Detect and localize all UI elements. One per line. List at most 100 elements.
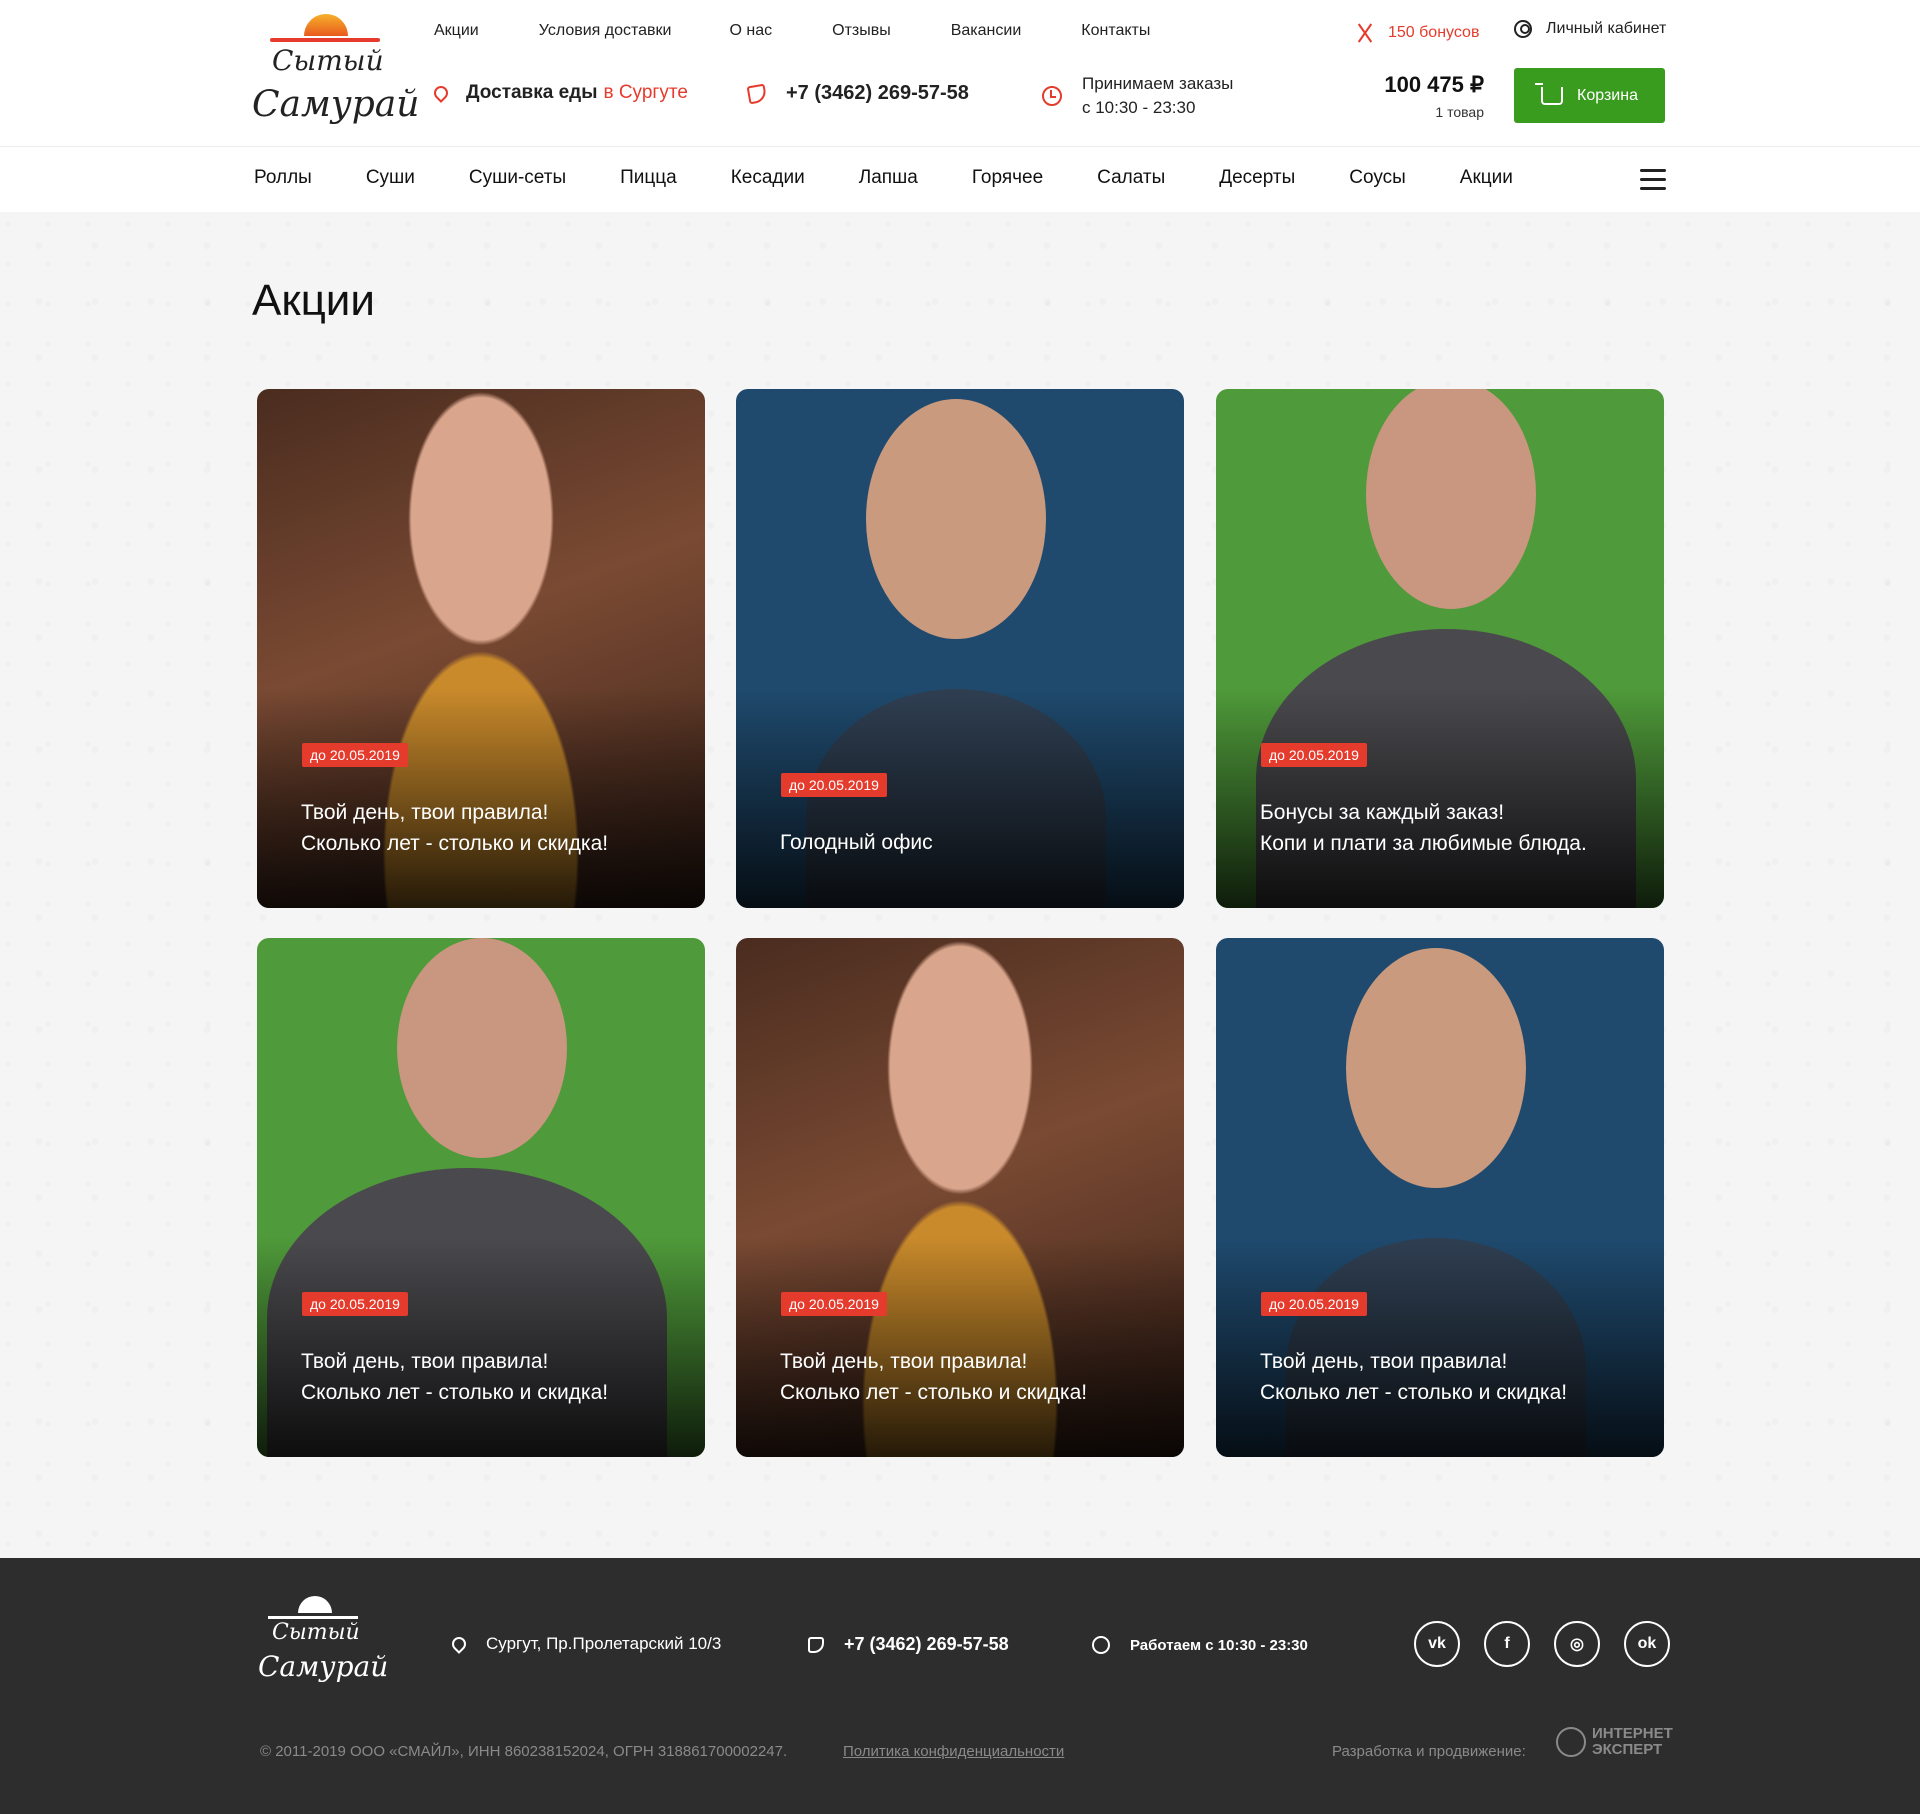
promo-title-line-1: Твой день, твои правила! [780,1350,1028,1373]
category-desserts[interactable]: Десерты [1219,167,1295,189]
odnoklassniki-icon[interactable]: ok [1624,1621,1670,1667]
promo-title-line-1: Твой день, твои правила! [301,801,549,824]
footer-address: Сургут, Пр.Пролетарский 10/3 [449,1634,722,1654]
footer-hours-text: Работаем с 10:30 - 23:30 [1130,1636,1308,1654]
logo-sun-icon [304,14,348,36]
delivery-city[interactable]: Доставка еды в Сургуте [431,82,688,104]
promo-card[interactable]: до 20.05.2019 Твой день, твои правила! С… [257,389,705,908]
clock-icon [1092,1636,1110,1654]
developer-brand-1: ИНТЕРНЕТ [1592,1725,1673,1742]
phone-number: +7 (3462) 269-57-58 [786,82,969,104]
category-sauces[interactable]: Соусы [1349,167,1406,189]
cart-summary: 100 475 ₽ 1 товар [1370,72,1484,120]
phone-icon [808,1636,824,1653]
vk-icon[interactable]: vk [1414,1621,1460,1667]
promo-title: Твой день, твои правила! Сколько лет - с… [301,1346,685,1408]
clock-icon [1042,86,1062,106]
developer-logo-icon [1556,1727,1586,1757]
main-content: Акции до 20.05.2019 Твой день, твои прав… [0,212,1920,1558]
hours-line-2: с 10:30 - 23:30 [1082,98,1196,117]
copyright: © 2011-2019 ООО «СМАЙЛ», ИНН 86023815202… [260,1743,788,1760]
promo-title-line-2: Сколько лет - столько и скидка! [780,1381,1088,1404]
top-nav-vacancies[interactable]: Вакансии [951,22,1022,40]
cart-icon [1535,82,1564,105]
promo-title-line-2: Сколько лет - столько и скидка! [301,832,609,855]
cart-button-label: Корзина [1577,86,1638,104]
promo-title-line-1: Голодный офис [780,831,933,854]
category-noodles[interactable]: Лапша [859,167,918,189]
footer-phone[interactable]: +7 (3462) 269-57-58 [808,1634,1009,1655]
promo-title-line-2: Сколько лет - столько и скидка! [301,1381,609,1404]
cart-total: 100 475 ₽ [1384,72,1484,97]
promo-date-badge: до 20.05.2019 [302,1292,408,1316]
promo-title: Твой день, твои правила! Сколько лет - с… [1260,1346,1644,1408]
page-title: Акции [252,276,375,325]
bonus-link[interactable]: 150 бонусов [1354,22,1479,44]
category-hot[interactable]: Горячее [972,167,1043,189]
promo-date-badge: до 20.05.2019 [302,743,408,767]
promo-card[interactable]: до 20.05.2019 Твой день, твои правила! С… [257,938,705,1457]
header: Сытый Самурай Акции Условия доставки О н… [0,0,1920,146]
footer-logo[interactable]: Сытый Самурай [258,1596,388,1692]
promo-title-line-1: Твой день, твои правила! [1260,1350,1508,1373]
footer-address-text: Сургут, Пр.Пролетарский 10/3 [486,1634,722,1653]
bonus-label: 150 бонусов [1388,24,1480,41]
location-pin-icon [449,1634,469,1654]
top-nav-promos[interactable]: Акции [434,22,479,40]
category-sushi-sets[interactable]: Суши-сеты [469,167,566,189]
promo-title-line-1: Бонусы за каждый заказ! [1260,801,1505,824]
developer-brand-2: ЭКСПЕРТ [1592,1741,1663,1758]
category-pizza[interactable]: Пицца [620,167,677,189]
cart-count: 1 товар [1435,104,1484,120]
category-nav: Роллы Суши Суши-сеты Пицца Кесадии Лапша… [0,146,1920,212]
footer-logo-sun-icon [298,1596,332,1613]
promo-card[interactable]: до 20.05.2019 Голодный офис [736,389,1184,908]
top-nav-about[interactable]: О нас [730,22,773,40]
footer-hours: Работаем с 10:30 - 23:30 [1092,1636,1308,1654]
promo-date-badge: до 20.05.2019 [781,773,887,797]
category-sushi[interactable]: Суши [366,167,415,189]
promo-date-badge: до 20.05.2019 [1261,743,1367,767]
hours-line-1: Принимаем заказы [1082,74,1234,93]
promo-card[interactable]: до 20.05.2019 Твой день, твои правила! С… [736,938,1184,1457]
working-hours: Принимаем заказы с 10:30 - 23:30 [1042,72,1233,120]
promo-date-badge: до 20.05.2019 [781,1292,887,1316]
social-links: vk f ◎ ok [1414,1621,1694,1667]
top-nav-reviews[interactable]: Отзывы [832,22,891,40]
facebook-icon[interactable]: f [1484,1621,1530,1667]
promo-date-badge: до 20.05.2019 [1261,1292,1367,1316]
header-phone[interactable]: +7 (3462) 269-57-58 [746,82,969,105]
promo-card[interactable]: до 20.05.2019 Бонусы за каждый заказ! Ко… [1216,389,1664,908]
delivery-label: Доставка еды [466,82,598,103]
developer-label: Разработка и продвижение: [1332,1743,1526,1760]
privacy-policy-link[interactable]: Политика конфиденциальности [843,1743,1064,1760]
logo-line [270,38,380,42]
cart-button[interactable]: Корзина [1514,68,1665,123]
promo-title-line-2: Сколько лет - столько и скидка! [1260,1381,1568,1404]
promo-card[interactable]: до 20.05.2019 Твой день, твои правила! С… [1216,938,1664,1457]
user-icon [1514,20,1532,38]
category-promos[interactable]: Акции [1460,167,1513,189]
category-salads[interactable]: Салаты [1097,167,1165,189]
menu-burger-icon[interactable] [1640,169,1666,191]
top-nav-delivery-terms[interactable]: Условия доставки [539,22,672,40]
category-rolls[interactable]: Роллы [254,167,312,189]
promo-title: Твой день, твои правила! Сколько лет - с… [301,797,685,859]
top-nav-contacts[interactable]: Контакты [1081,22,1150,40]
footer-phone-number: +7 (3462) 269-57-58 [844,1634,1009,1654]
logo-word-1: Сытый [272,44,384,77]
instagram-icon[interactable]: ◎ [1554,1621,1600,1667]
category-quesadillas[interactable]: Кесадии [731,167,805,189]
delivery-city-name[interactable]: в Сургуте [603,82,687,104]
developer-logo[interactable]: ИНТЕРНЕТ ЭКСПЕРТ [1556,1726,1673,1758]
location-pin-icon [431,83,451,103]
logo-word-2: Самурай [252,84,420,125]
promo-title-line-2: Копи и плати за любимые блюда. [1260,832,1587,855]
promo-title: Голодный офис [780,827,1164,858]
promo-title: Твой день, твои правила! Сколько лет - с… [780,1346,1164,1408]
account-link[interactable]: Личный кабинет [1514,20,1666,38]
account-label: Личный кабинет [1546,20,1667,37]
chopsticks-icon [1354,22,1376,44]
logo[interactable]: Сытый Самурай [250,14,419,132]
footer-logo-word-2: Самурай [258,1650,389,1683]
